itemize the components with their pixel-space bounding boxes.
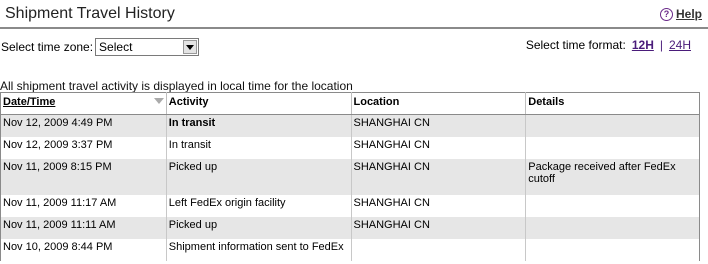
table-row: Nov 11, 2009 11:17 AM Left FedEx origin … (0, 194, 700, 217)
cell-details (525, 216, 700, 239)
cell-datetime: Nov 11, 2009 8:15 PM (0, 158, 167, 195)
column-header-datetime[interactable]: Date/Time (0, 92, 167, 115)
timezone-selected-value: Select (99, 40, 133, 54)
cell-activity: In transit (166, 136, 352, 159)
help-link[interactable]: ? Help (659, 7, 702, 21)
table-row: Nov 11, 2009 8:15 PM Picked up SHANGHAI … (0, 158, 700, 195)
cell-location: SHANGHAI CN (351, 158, 527, 195)
cell-details: Package received after FedEx cutoff (525, 158, 700, 195)
cell-location: SHANGHAI CN (351, 194, 527, 217)
cell-activity: Picked up (166, 158, 352, 195)
cell-datetime: Nov 10, 2009 8:44 PM (0, 238, 167, 261)
travel-history-table: Date/Time Activity Location Details Nov … (0, 92, 700, 261)
timezone-select[interactable]: Select (95, 38, 200, 56)
cell-details (525, 238, 700, 261)
cell-details (525, 136, 700, 159)
cell-details (525, 114, 700, 137)
time-format-12h[interactable]: 12H (632, 38, 654, 52)
cell-location: SHANGHAI CN (351, 114, 527, 137)
time-format-24h[interactable]: 24H (669, 38, 691, 52)
cell-location (351, 238, 527, 261)
column-header-location: Location (351, 92, 527, 115)
cell-activity: Shipment information sent to FedEx (166, 238, 352, 261)
cell-datetime: Nov 11, 2009 11:11 AM (0, 216, 167, 239)
dropdown-arrow-icon[interactable] (183, 40, 198, 54)
question-circle-icon[interactable]: ? (659, 7, 673, 21)
timezone-label: Select time zone: (1, 40, 94, 54)
cell-details (525, 194, 700, 217)
cell-datetime: Nov 12, 2009 3:37 PM (0, 136, 167, 159)
sort-arrow-icon[interactable] (153, 98, 164, 104)
table-row: Nov 12, 2009 4:49 PM In transit SHANGHAI… (0, 114, 700, 137)
cell-datetime: Nov 11, 2009 11:17 AM (0, 194, 167, 217)
cell-activity: In transit (166, 114, 352, 137)
timezone-row: Select time zone: Select (1, 38, 200, 56)
page-title: Shipment Travel History (5, 5, 175, 22)
time-format-label: Select time format: (525, 38, 626, 52)
cell-activity: Picked up (166, 216, 352, 239)
page-header: Shipment Travel History ? Help (0, 0, 708, 29)
table-row: Nov 11, 2009 11:11 AM Picked up SHANGHAI… (0, 216, 700, 239)
local-time-note: All shipment travel activity is displaye… (0, 79, 353, 93)
cell-datetime: Nov 12, 2009 4:49 PM (0, 114, 167, 137)
cell-location: SHANGHAI CN (351, 216, 527, 239)
cell-location: SHANGHAI CN (351, 136, 527, 159)
table-row: Nov 12, 2009 3:37 PM In transit SHANGHAI… (0, 136, 700, 159)
cell-activity: Left FedEx origin facility (166, 194, 352, 217)
time-format-row: Select time format: 12H | 24H (526, 38, 691, 52)
column-header-details: Details (525, 92, 700, 115)
table-row: Nov 10, 2009 8:44 PM Shipment informatio… (0, 238, 700, 261)
table-header-row: Date/Time Activity Location Details (0, 92, 700, 115)
help-label[interactable]: Help (676, 7, 702, 21)
column-header-activity: Activity (166, 92, 352, 115)
time-format-separator: | (659, 38, 663, 52)
